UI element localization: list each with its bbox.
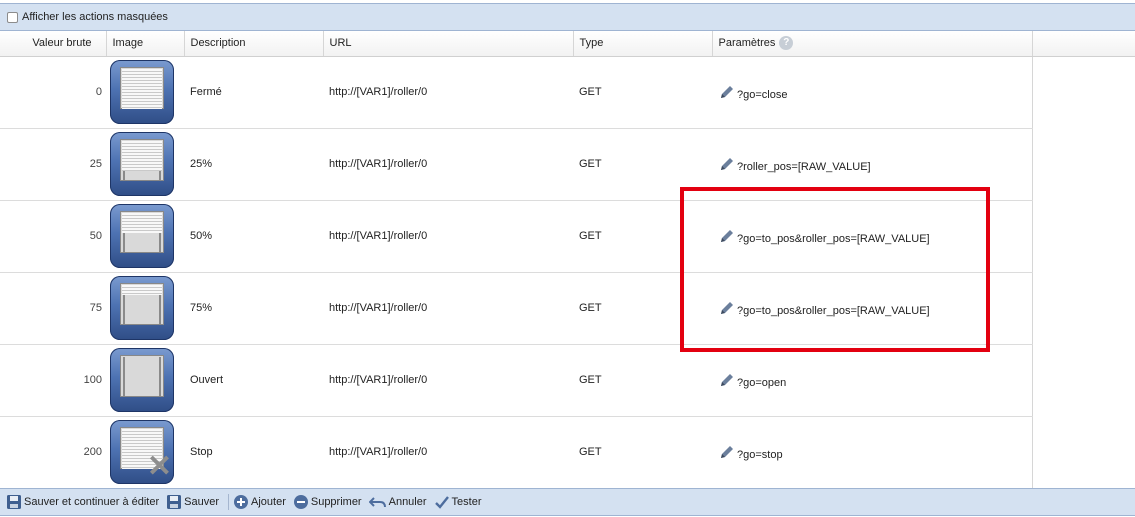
table-header-row: Valeur brute Image Description URL Type … [0,31,1135,57]
filler-cell [1032,56,1135,128]
pencil-icon[interactable] [718,83,736,101]
description-cell: 50% [184,200,323,273]
image-cell[interactable] [106,272,184,345]
window-frame [120,211,164,253]
toolbar-separator [228,494,229,510]
filler-cell [1032,128,1135,200]
image-cell[interactable] [106,128,184,201]
shutter-75-icon[interactable] [110,276,174,340]
description-cell: 25% [184,128,323,201]
pencil-icon[interactable] [718,155,736,173]
test-button[interactable]: Tester [434,494,482,510]
save-label: Sauver [184,496,219,508]
shutter-open-icon[interactable] [110,348,174,412]
params-text: ?roller_pos=[RAW_VALUE] [737,161,871,173]
shutter-slats [122,141,162,171]
url-cell: http://[VAR1]/roller/0 [323,56,573,129]
col-header-url[interactable]: URL [323,31,574,57]
undo-icon [368,497,386,508]
col-header-description[interactable]: Description [184,31,324,57]
shutter-25-icon[interactable] [110,132,174,196]
window-frame [120,67,164,109]
add-button[interactable]: Ajouter [233,494,286,510]
window-frame [120,139,164,181]
raw-value-cell: 200 [0,416,106,489]
cancel-label: Annuler [388,496,427,508]
show-hidden-actions-checkbox[interactable] [7,11,18,23]
type-cell: GET [573,416,712,489]
checkmark-icon [434,496,449,509]
highlight-box [680,187,990,352]
pencil-icon[interactable] [718,371,736,389]
table-row[interactable]: 100 Ouvert http://[VAR1]/roller/0 GET ?go=op… [0,344,1135,417]
url-cell: http://[VAR1]/roller/0 [323,416,573,489]
shutter-closed-icon[interactable] [110,60,174,124]
col-header-raw-value[interactable]: Valeur brute [0,31,107,57]
description-cell: Ouvert [184,344,323,417]
params-cell: ?go=close [712,56,1033,129]
minus-circle-icon [293,495,308,509]
pencil-icon[interactable] [718,443,736,461]
delete-label: Supprimer [310,496,362,508]
raw-value-cell: 25 [0,128,106,201]
params-cell: ?go=open [712,344,1033,417]
raw-value-cell: 75 [0,272,106,345]
test-label: Tester [451,496,482,508]
bottom-toolbar: Sauver et continuer à éditer Sauver Ajou… [0,488,1135,516]
params-text: ?go=open [737,377,787,389]
col-header-params-label: Paramètres [718,37,776,50]
stop-x-icon: ✕ [146,450,172,483]
table-row[interactable]: 200 ✕ Stop http://[VAR1]/roller/0 GET ?go=sto… [0,416,1135,489]
shutter-stop-icon[interactable]: ✕ [110,420,174,484]
shutter-slats [122,285,162,295]
shutter-slats [122,213,162,233]
table-row[interactable]: 0 Fermé http://[VAR1]/roller/0 GET ?go=close [0,56,1135,129]
save-continue-button[interactable]: Sauver et continuer à éditer [6,494,159,510]
top-bar: Afficher les actions masquées [0,3,1135,31]
plus-circle-icon [234,495,248,509]
url-cell: http://[VAR1]/roller/0 [323,344,573,417]
show-hidden-actions-label[interactable]: Afficher les actions masquées [22,11,168,23]
url-cell: http://[VAR1]/roller/0 [323,128,573,201]
image-cell[interactable]: ✕ [106,416,184,489]
window-frame [120,355,164,397]
type-cell: GET [573,56,712,129]
floppy-icon [167,495,182,509]
save-button[interactable]: Sauver [166,494,219,510]
params-text: ?go=stop [737,449,783,461]
floppy-icon [7,495,21,509]
save-continue-label: Sauver et continuer à éditer [24,496,160,508]
image-cell[interactable] [106,56,184,129]
params-cell: ?go=stop [712,416,1033,489]
raw-value-cell: 50 [0,200,106,273]
filler-cell [1032,344,1135,416]
col-header-type[interactable]: Type [573,31,713,57]
raw-value-cell: 0 [0,56,106,129]
col-header-params[interactable]: Paramètres? [712,31,1033,57]
delete-button[interactable]: Supprimer [293,494,362,510]
window-frame [120,283,164,325]
col-header-filler [1032,31,1135,57]
filler-cell [1032,416,1135,488]
url-cell: http://[VAR1]/roller/0 [323,272,573,345]
image-cell[interactable] [106,200,184,273]
description-cell: Fermé [184,56,323,129]
shutter-slats [122,69,162,109]
type-cell: GET [573,344,712,417]
url-cell: http://[VAR1]/roller/0 [323,200,573,273]
raw-value-cell: 100 [0,344,106,417]
help-icon[interactable]: ? [779,36,794,51]
col-header-image[interactable]: Image [106,31,185,57]
image-cell[interactable] [106,344,184,417]
filler-cell [1032,200,1135,272]
description-cell: Stop [184,416,323,489]
add-label: Ajouter [251,496,286,508]
shutter-50-icon[interactable] [110,204,174,268]
cancel-button[interactable]: Annuler [368,494,427,510]
description-cell: 75% [184,272,323,345]
filler-cell [1032,272,1135,344]
params-text: ?go=close [737,89,788,101]
